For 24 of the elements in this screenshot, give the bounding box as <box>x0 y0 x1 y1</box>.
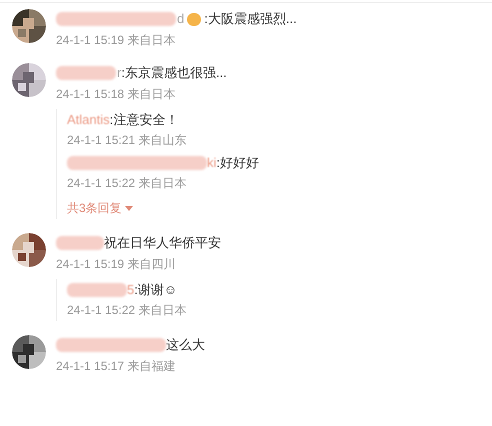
comment-time: 24-1-1 15:18 来自日本 <box>56 86 176 103</box>
caret-icon <box>124 206 133 210</box>
redaction-mark <box>56 236 104 250</box>
comment-time: 24-1-1 15:19 来自日本 <box>56 32 176 49</box>
reply-time: 24-1-1 15:21 来自山东 <box>67 132 188 149</box>
comment-time: 24-1-1 15:19 来自四川 <box>56 256 176 273</box>
redaction-mark <box>67 283 127 297</box>
reply-text: :注意安全！ <box>110 111 178 130</box>
redaction-mark <box>56 66 116 80</box>
reply-text: :谢谢☺ <box>134 281 178 300</box>
reply-text: :好好好 <box>216 154 260 172</box>
comment-time: 24-1-1 15:17 来自福建 <box>56 358 176 375</box>
comment-text: :东京震感也很强... <box>121 64 227 82</box>
reply-time: 24-1-1 15:22 来自日本 <box>67 175 188 192</box>
user-name: Atlantis <box>67 111 110 130</box>
more-replies-link[interactable]: 共3条回复 <box>67 199 133 217</box>
user-name: r <box>117 64 122 82</box>
comment-text: 祝在日华人华侨平安 <box>104 234 221 252</box>
comment-text: 这么大 <box>166 336 205 354</box>
user-name: ki <box>207 154 216 172</box>
user-name: 5 <box>127 281 134 300</box>
user-name: d <box>177 10 184 28</box>
reply-time: 24-1-1 15:22 来自日本 <box>67 302 186 319</box>
comment-text: :大阪震感强烈... <box>204 10 297 28</box>
